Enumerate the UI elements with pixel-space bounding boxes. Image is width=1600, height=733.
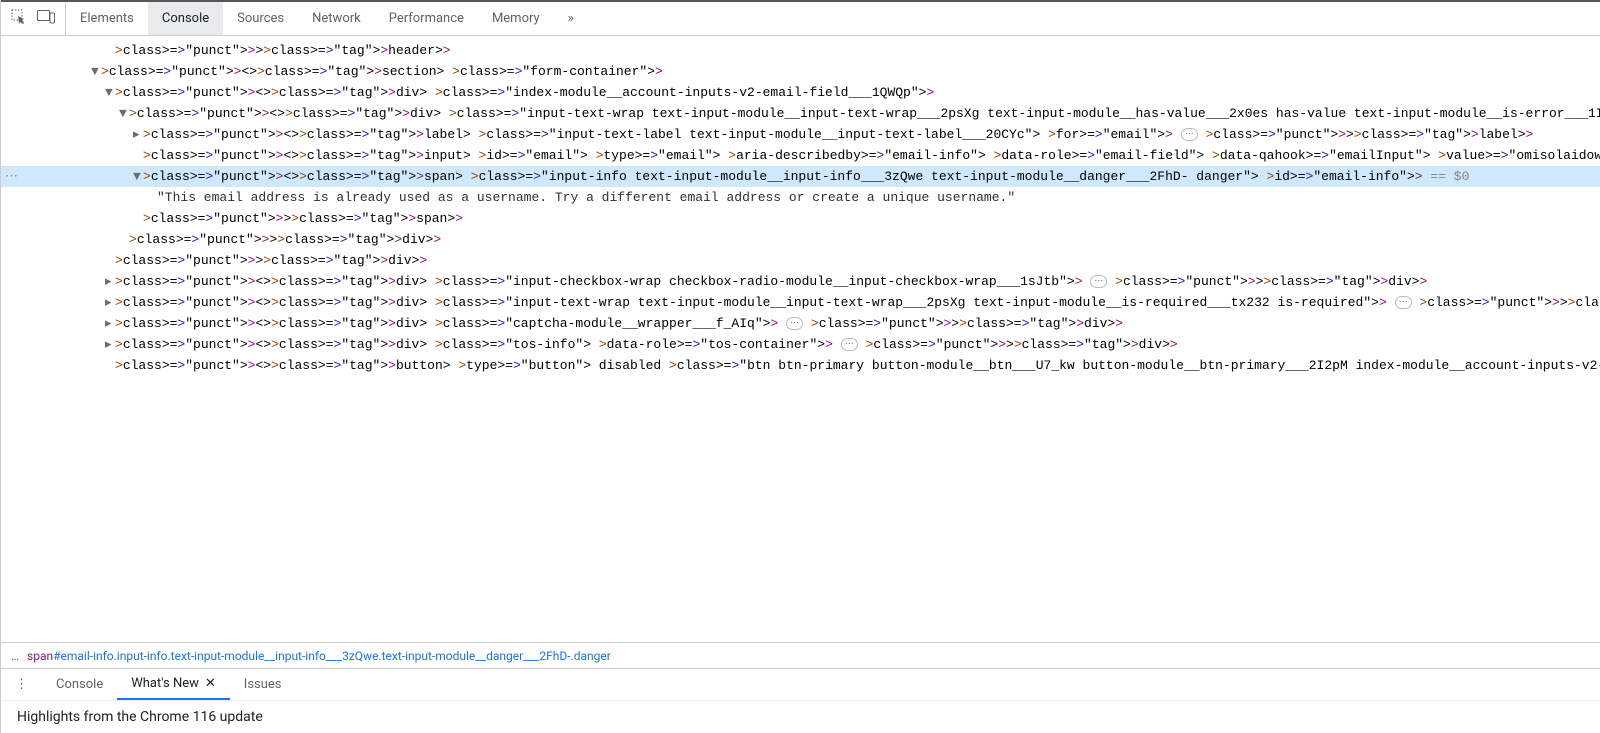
drawer-tab-console[interactable]: Console — [42, 669, 117, 700]
devtools-tabbar: Elements Console Sources Network Perform… — [1, 2, 1600, 36]
tab-elements[interactable]: Elements — [66, 2, 148, 35]
tab-sources[interactable]: Sources — [223, 2, 298, 35]
drawer-body: Highlights from the Chrome 116 update — [1, 701, 1600, 733]
elements-dom-pane: >class>=>"punct">>>>class>=>"tag">>heade… — [1, 36, 1600, 733]
dom-breadcrumb[interactable]: … span#email-info.input-info.text-input-… — [1, 642, 1600, 668]
inspect-icon[interactable] — [11, 9, 27, 29]
tab-network[interactable]: Network — [298, 2, 375, 35]
device-toggle-icon[interactable] — [37, 10, 55, 28]
close-icon[interactable]: ✕ — [205, 676, 216, 691]
drawer-tab-whatsnew[interactable]: What's New✕ — [117, 669, 230, 700]
dom-tree[interactable]: >class>=>"punct">>>>class>=>"tag">>heade… — [1, 36, 1600, 642]
devtools-drawer: ⋮ Console What's New✕ Issues ✕ Highlight… — [1, 668, 1600, 733]
sendgrid-wordmark: SendGrid — [0, 6, 1, 39]
tab-more[interactable]: » — [554, 2, 588, 35]
devtools-panel: Elements Console Sources Network Perform… — [1, 0, 1600, 733]
drawer-kebab-icon[interactable]: ⋮ — [1, 669, 42, 700]
tab-memory[interactable]: Memory — [478, 2, 554, 35]
tab-console[interactable]: Console — [148, 2, 223, 35]
tab-performance[interactable]: Performance — [375, 2, 478, 35]
drawer-tab-issues[interactable]: Issues — [230, 669, 296, 700]
